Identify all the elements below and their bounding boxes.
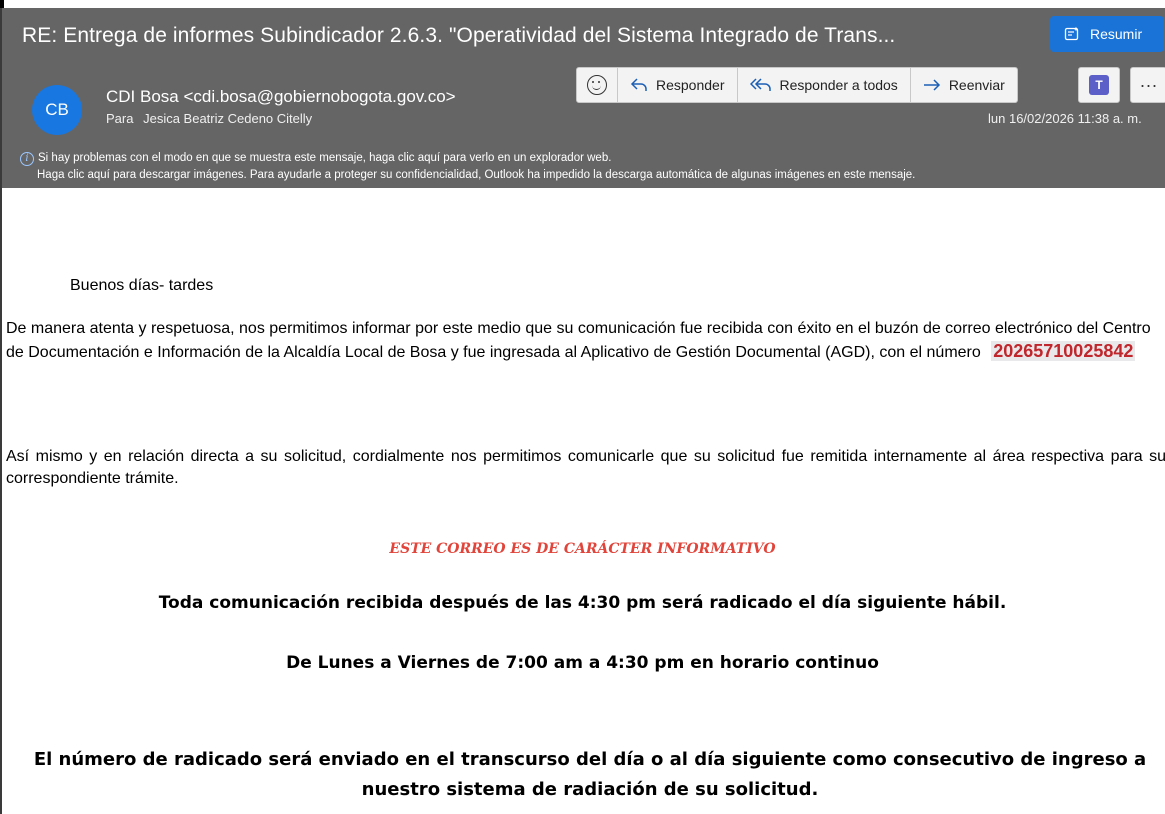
- forward-label: Reenviar: [948, 77, 1005, 93]
- resumir-label: Resumir: [1090, 26, 1143, 42]
- smiley-icon: [587, 75, 607, 95]
- summary-icon: [1064, 26, 1079, 41]
- sender[interactable]: CDI Bosa <cdi.bosa@gobiernobogota.gov.co…: [106, 87, 456, 107]
- to-label: Para: [106, 111, 134, 126]
- notice-radicado: El número de radicado será enviado en el…: [33, 749, 1147, 800]
- reply-all-label: Responder a todos: [779, 77, 898, 93]
- avatar: CB: [32, 85, 82, 135]
- teams-button[interactable]: T: [1078, 67, 1120, 103]
- notice-cutoff: Toda comunicación recibida después de la…: [158, 593, 1007, 613]
- reply-all-button[interactable]: Responder a todos: [738, 68, 911, 102]
- greeting: Buenos días- tardes: [70, 277, 214, 294]
- top-strip: [0, 0, 1165, 8]
- reply-icon: [630, 78, 647, 91]
- reply-all-icon: [749, 78, 771, 91]
- message-header: RE: Entrega de informes Subindicador 2.6…: [2, 8, 1165, 188]
- notice-hours: De Lunes a Viernes de 7:00 am a 4:30 pm …: [286, 653, 879, 673]
- info-icon: i: [20, 151, 34, 166]
- message-body: Buenos días- tardes De manera atenta y r…: [0, 188, 1165, 814]
- info-bar: i Si hay problemas con el modo en que se…: [20, 150, 915, 184]
- recipient-line: Para Jesica Beatriz Cedeno Citelly: [106, 111, 312, 126]
- informativo-notice: ESTE CORREO ES DE CARÁCTER INFORMATIVO: [389, 541, 776, 557]
- top-strip-mark: [0, 0, 4, 8]
- sent-date: lun 16/02/2026 11:38 a. m.: [988, 111, 1142, 126]
- paragraph-reception-text: De manera atenta y respetuosa, nos permi…: [6, 320, 1151, 361]
- forward-button[interactable]: Reenviar: [911, 68, 1017, 102]
- email-subject: RE: Entrega de informes Subindicador 2.6…: [22, 24, 896, 47]
- resumir-button[interactable]: Resumir: [1050, 16, 1164, 52]
- reply-button[interactable]: Responder: [618, 68, 738, 102]
- paragraph-forwarding: Así mismo y en relación directa a su sol…: [6, 448, 1165, 487]
- recipient-name[interactable]: Jesica Beatriz Cedeno Citelly: [143, 111, 312, 126]
- forward-icon: [923, 79, 940, 91]
- radicado-number: 20265710025842: [991, 341, 1136, 361]
- more-options-button[interactable]: ···: [1130, 67, 1165, 103]
- download-images-link[interactable]: Haga clic aquí para descargar imágenes. …: [37, 169, 915, 181]
- teams-icon: T: [1089, 75, 1109, 95]
- view-in-browser-link[interactable]: Si hay problemas con el modo en que se m…: [38, 150, 611, 167]
- reaction-button[interactable]: [577, 68, 618, 102]
- message-actions: Responder Responder a todos Reenviar: [576, 67, 1018, 103]
- paragraph-reception: De manera atenta y respetuosa, nos permi…: [6, 318, 1165, 364]
- reply-label: Responder: [656, 77, 725, 93]
